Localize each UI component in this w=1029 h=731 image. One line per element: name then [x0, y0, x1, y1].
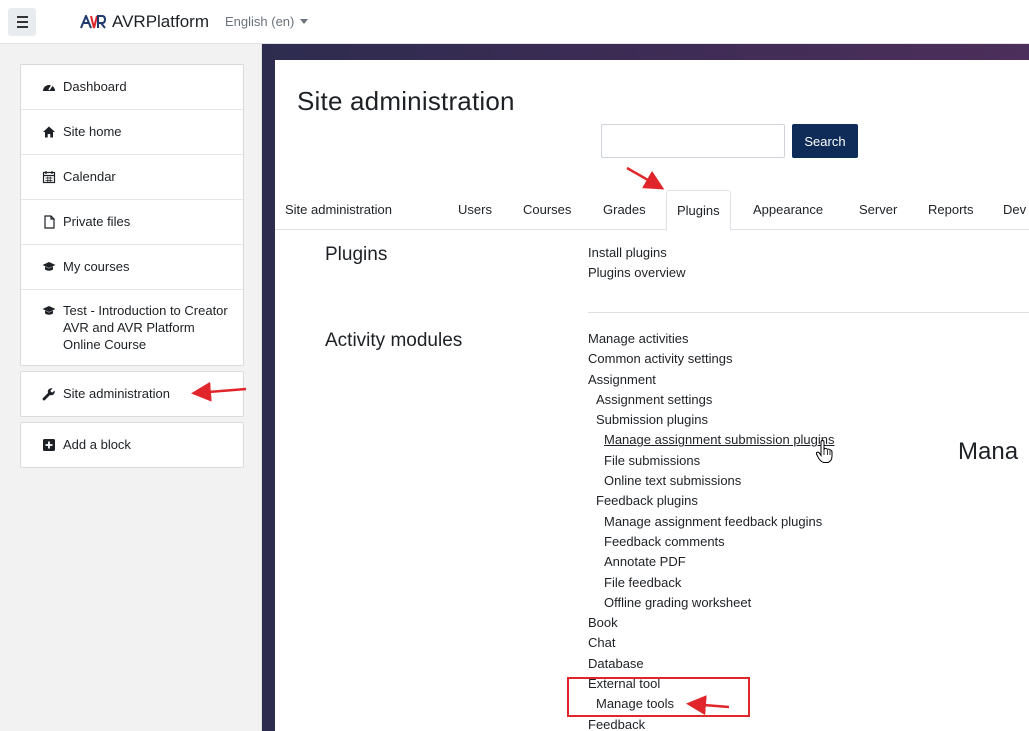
- tab-users[interactable]: Users: [448, 190, 502, 230]
- hamburger-icon: [16, 15, 28, 18]
- truncated-heading: Mana: [958, 438, 1019, 465]
- link-offline-grading-worksheet[interactable]: Offline grading worksheet: [588, 593, 835, 613]
- caret-down-icon: [300, 19, 309, 24]
- page-title: Site administration: [297, 86, 515, 116]
- link-book[interactable]: Book: [588, 613, 835, 633]
- activity-modules-links: Manage activities Common activity settin…: [588, 329, 835, 731]
- tab-reports[interactable]: Reports: [918, 190, 984, 230]
- link-file-feedback[interactable]: File feedback: [588, 573, 835, 593]
- link-manage-assignment-submission-plugins[interactable]: Manage assignment submission plugins: [588, 430, 835, 450]
- graduation-cap-icon: [41, 303, 57, 319]
- nav-item-add-block[interactable]: Add a block: [21, 423, 243, 467]
- tab-courses[interactable]: Courses: [513, 190, 581, 230]
- link-common-activity-settings[interactable]: Common activity settings: [588, 349, 835, 369]
- file-icon: [41, 214, 57, 230]
- link-manage-assignment-feedback-plugins[interactable]: Manage assignment feedback plugins: [588, 512, 835, 532]
- tab-grades[interactable]: Grades: [593, 190, 656, 230]
- home-icon: [41, 124, 57, 140]
- plugins-links: Install plugins Plugins overview: [588, 243, 686, 284]
- nav-item-calendar[interactable]: Calendar: [21, 155, 243, 200]
- calendar-icon: [41, 169, 57, 185]
- admin-tabs: Site administration Users Courses Grades…: [275, 190, 1029, 231]
- nav-item-dashboard[interactable]: Dashboard: [21, 65, 243, 110]
- link-database[interactable]: Database: [588, 654, 835, 674]
- tab-site-administration[interactable]: Site administration: [275, 190, 402, 230]
- avr-logo-icon: [80, 14, 106, 29]
- tab-server[interactable]: Server: [849, 190, 907, 230]
- section-heading-plugins: Plugins: [325, 244, 388, 265]
- tab-plugins[interactable]: Plugins: [666, 190, 731, 231]
- link-manage-activities[interactable]: Manage activities: [588, 329, 835, 349]
- link-feedback-comments[interactable]: Feedback comments: [588, 532, 835, 552]
- link-annotate-pdf[interactable]: Annotate PDF: [588, 552, 835, 572]
- link-install-plugins[interactable]: Install plugins: [588, 243, 686, 263]
- link-file-submissions[interactable]: File submissions: [588, 451, 835, 471]
- language-label: English (en): [225, 14, 295, 29]
- top-navbar: AVRPlatform English (en): [0, 0, 1029, 44]
- search-button[interactable]: Search: [792, 124, 858, 158]
- link-submission-plugins[interactable]: Submission plugins: [588, 410, 835, 430]
- tab-development[interactable]: Dev: [993, 190, 1029, 230]
- graduation-cap-icon: [41, 259, 57, 275]
- tab-appearance[interactable]: Appearance: [743, 190, 833, 230]
- highlight-box: [567, 677, 750, 717]
- dashboard-icon: [41, 79, 57, 95]
- nav-item-private-files[interactable]: Private files: [21, 200, 243, 245]
- plus-square-icon: [41, 437, 57, 453]
- nav-drawer: Dashboard Site home Calendar Private fil…: [0, 44, 262, 731]
- section-heading-activity-modules: Activity modules: [325, 330, 463, 351]
- wrench-icon: [41, 386, 57, 402]
- main-content: Site administration Search Site administ…: [275, 60, 1029, 731]
- nav-group-main: Dashboard Site home Calendar Private fil…: [20, 64, 244, 366]
- link-plugins-overview[interactable]: Plugins overview: [588, 263, 686, 283]
- language-selector[interactable]: English (en): [225, 14, 309, 29]
- link-feedback-plugins[interactable]: Feedback plugins: [588, 491, 835, 511]
- nav-item-site-home[interactable]: Site home: [21, 110, 243, 155]
- menu-toggle-button[interactable]: [8, 7, 36, 36]
- section-divider: [588, 312, 1029, 313]
- search-input[interactable]: [601, 124, 785, 158]
- link-chat[interactable]: Chat: [588, 633, 835, 653]
- link-assignment-settings[interactable]: Assignment settings: [588, 390, 835, 410]
- link-feedback[interactable]: Feedback: [588, 715, 835, 731]
- brand-name: AVRPlatform: [112, 11, 209, 31]
- nav-item-site-administration[interactable]: Site administration: [21, 372, 243, 416]
- nav-item-course[interactable]: Test - Introduction to Creator AVR and A…: [21, 290, 243, 365]
- hand-cursor-icon: [815, 440, 833, 463]
- nav-group-block: Add a block: [20, 422, 244, 468]
- link-assignment[interactable]: Assignment: [588, 370, 835, 390]
- link-online-text-submissions[interactable]: Online text submissions: [588, 471, 835, 491]
- nav-group-admin: Site administration: [20, 371, 244, 417]
- brand[interactable]: AVRPlatform: [80, 12, 209, 32]
- nav-item-my-courses[interactable]: My courses: [21, 245, 243, 290]
